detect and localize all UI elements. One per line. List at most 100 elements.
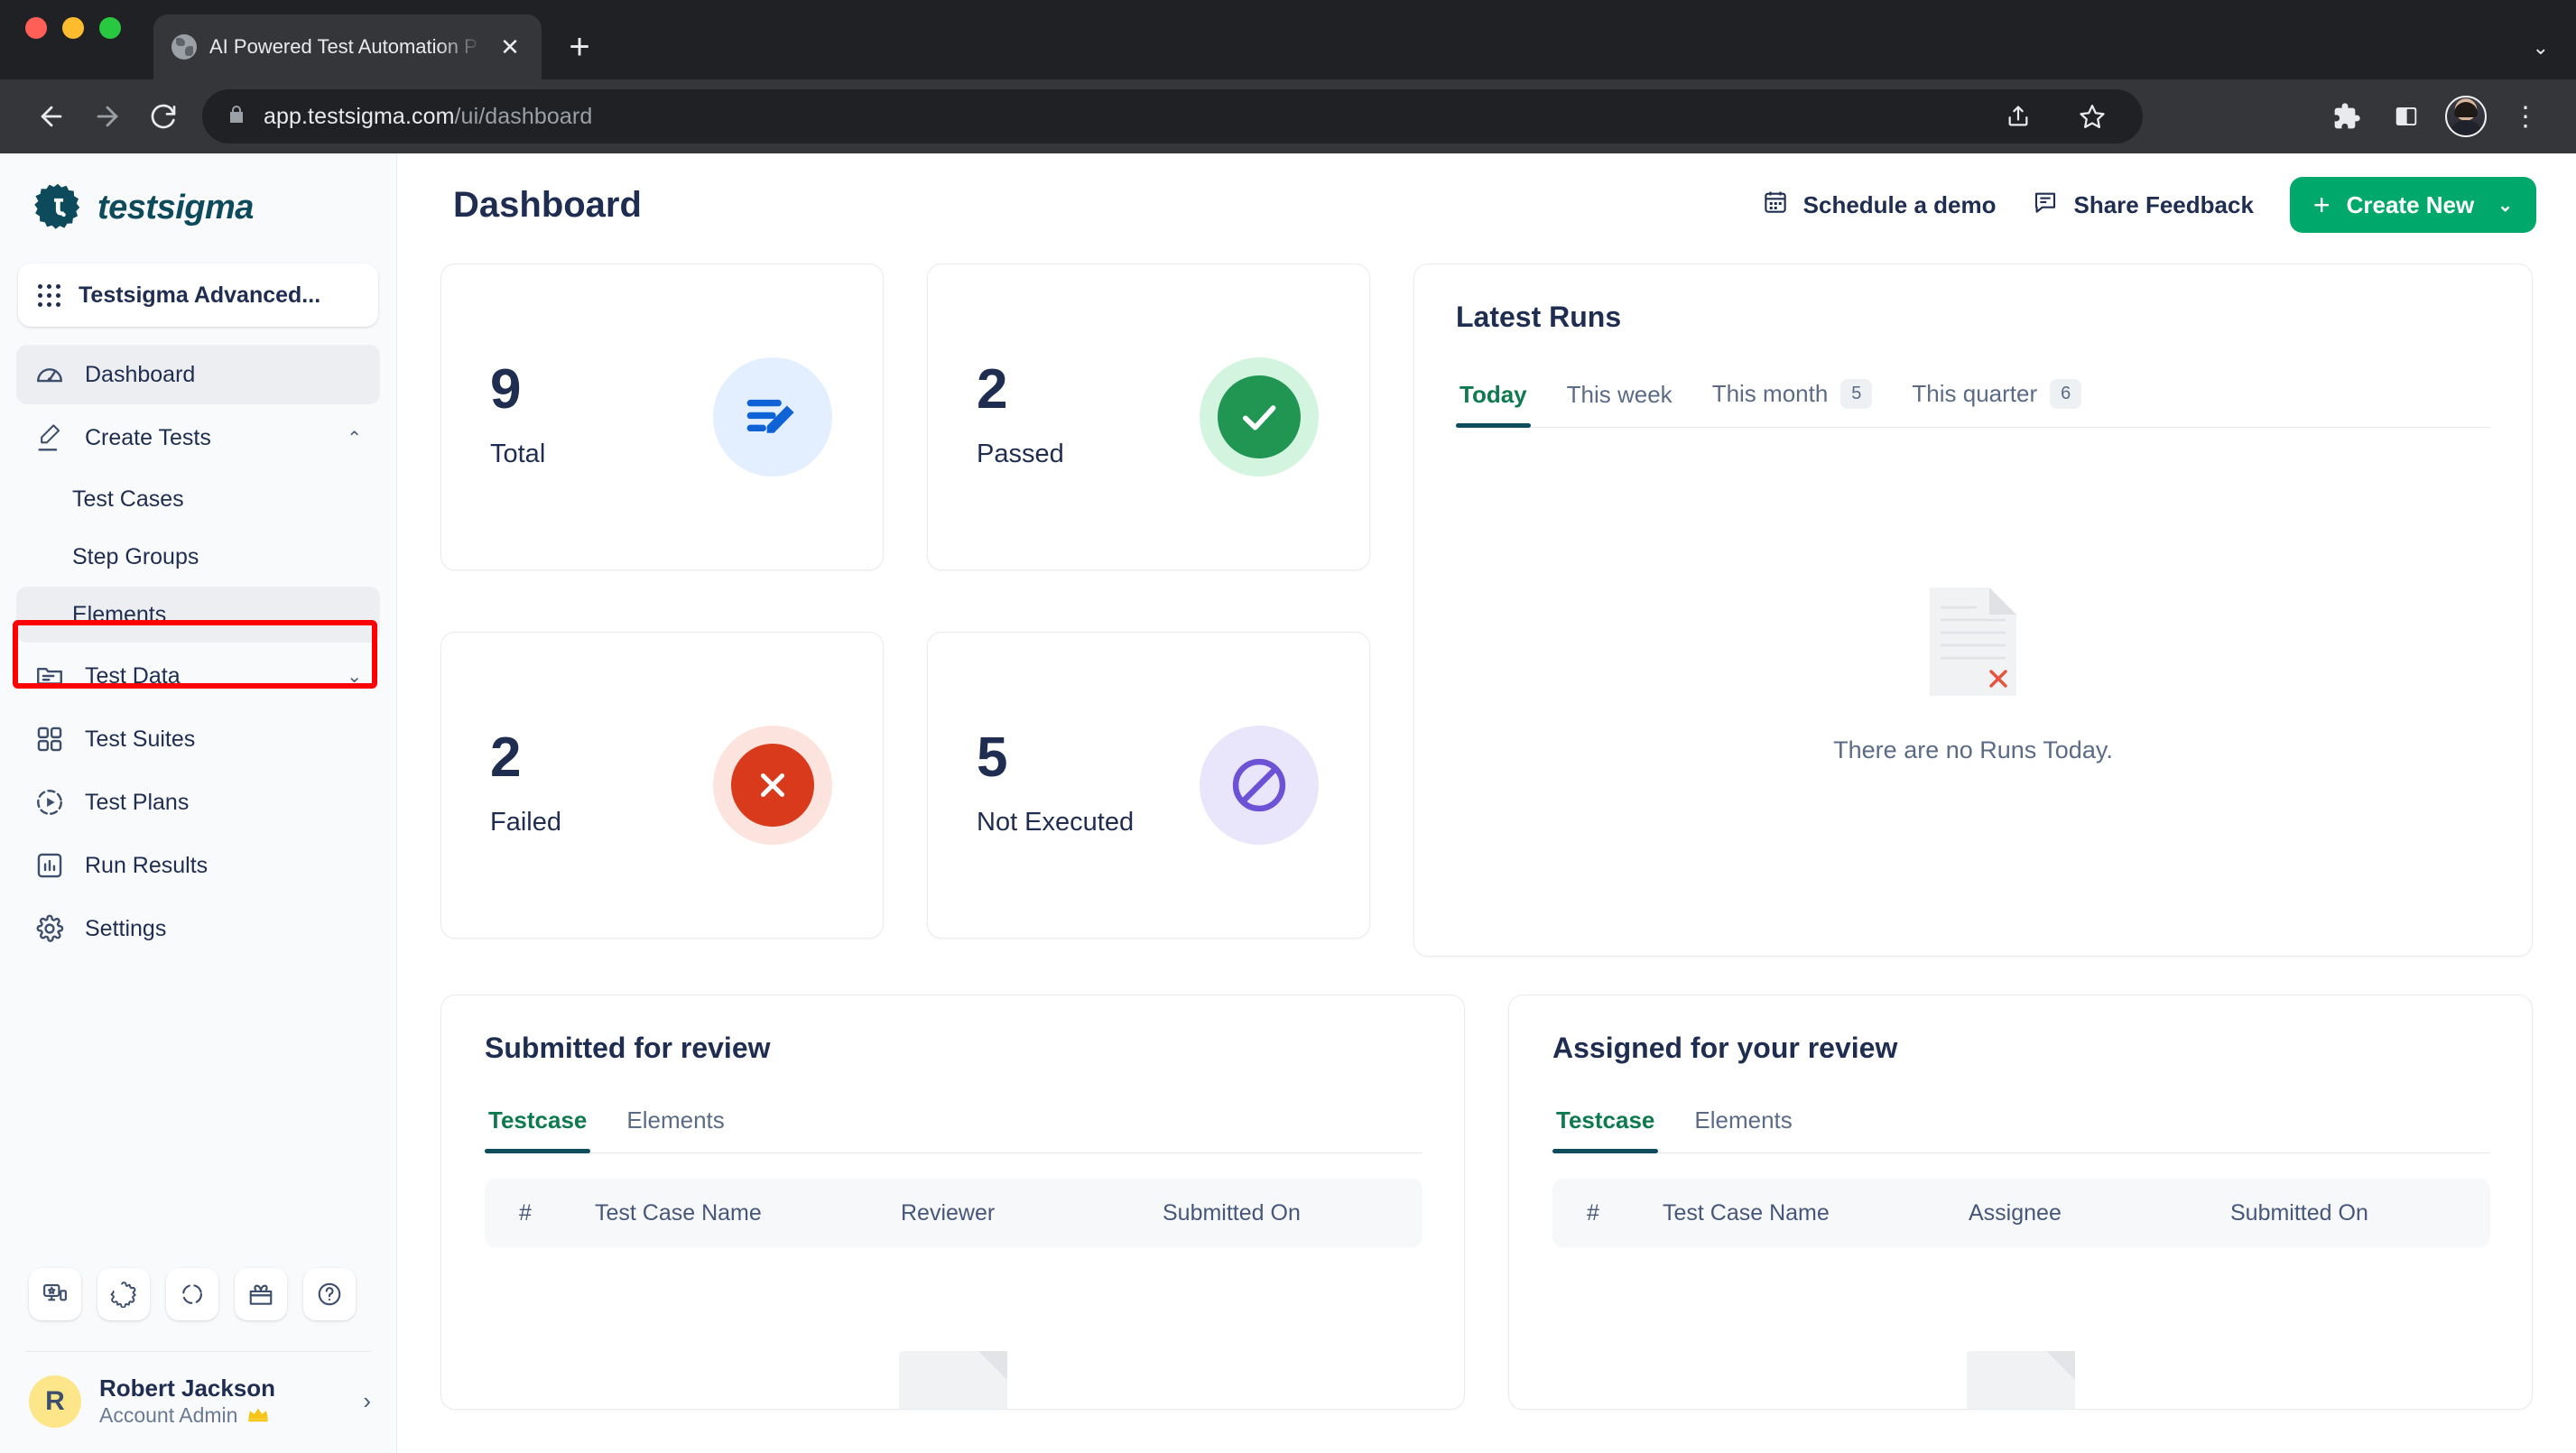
- tab-elements[interactable]: Elements: [1674, 1106, 1812, 1152]
- play-circle-icon: [34, 787, 65, 818]
- chevron-down-icon[interactable]: ⌄: [2533, 36, 2549, 60]
- crown-icon: [246, 1403, 270, 1430]
- page-header: Dashboard Schedule a demo Share Feedback: [397, 153, 2576, 233]
- browser-menu-icon[interactable]: ⋮: [2498, 89, 2553, 143]
- url-host: app.testsigma.com: [264, 103, 455, 129]
- tab-today[interactable]: Today: [1456, 381, 1547, 428]
- sidebar-item-test-cases[interactable]: Test Cases: [16, 471, 380, 527]
- test-edit-icon: [713, 357, 832, 477]
- browser-tab[interactable]: AI Powered Test Automation P ✕: [153, 14, 542, 79]
- submitted-for-review-panel: Submitted for review Testcase Elements #…: [440, 995, 1465, 1410]
- sidebar-item-test-data[interactable]: Test Data ⌄: [16, 646, 380, 706]
- sidebar-item-label: Run Results: [85, 852, 208, 878]
- column-header-assignee: Assignee: [1969, 1199, 2062, 1226]
- brand-logo[interactable]: testsigma: [0, 153, 396, 255]
- user-profile-row[interactable]: R Robert Jackson Account Admin ›: [0, 1352, 396, 1453]
- column-header-index: #: [519, 1199, 532, 1226]
- tab-testcase[interactable]: Testcase: [1552, 1106, 1674, 1153]
- pencil-icon: [34, 422, 65, 453]
- tab-label: Testcase: [488, 1106, 588, 1134]
- sidebar-item-label: Test Data: [85, 662, 181, 689]
- column-header-submitted-on: Submitted On: [2230, 1199, 2368, 1226]
- close-window-button[interactable]: [25, 17, 47, 39]
- empty-state-doc-icon: [1966, 1351, 2075, 1409]
- sidebar-item-step-groups[interactable]: Step Groups: [16, 529, 380, 585]
- calendar-icon: [1762, 189, 1789, 222]
- tab-this-month[interactable]: This month 5: [1692, 379, 1893, 427]
- chevron-up-icon: ⌃: [347, 428, 362, 449]
- create-new-button[interactable]: + Create New ⌄: [2289, 177, 2536, 233]
- minimize-window-button[interactable]: [62, 17, 84, 39]
- assigned-for-your-review-tabs: Testcase Elements: [1552, 1106, 2490, 1153]
- browser-window: AI Powered Test Automation P ✕ + ⌄ app.t…: [0, 0, 2576, 1453]
- sidebar-item-label: Elements: [72, 601, 167, 627]
- tab-this-quarter[interactable]: This quarter 6: [1892, 379, 2101, 427]
- assigned-table-header: # Test Case Name Assignee Submitted On: [1552, 1179, 2490, 1247]
- stat-value: 2: [490, 726, 522, 790]
- browser-tabstrip: AI Powered Test Automation P ✕ + ⌄: [0, 0, 2576, 79]
- sidebar-item-settings[interactable]: Settings: [16, 899, 380, 958]
- toolbar-right-actions: ⋮: [2320, 89, 2553, 143]
- tab-elements[interactable]: Elements: [607, 1106, 744, 1152]
- sidebar-item-run-results[interactable]: Run Results: [16, 836, 380, 895]
- side-panel-icon[interactable]: [2379, 89, 2433, 143]
- help-circle-icon[interactable]: [303, 1267, 356, 1320]
- chevron-right-icon[interactable]: ›: [363, 1387, 371, 1415]
- stat-card-total[interactable]: 9 Total: [440, 264, 884, 570]
- star-icon[interactable]: [2065, 89, 2119, 143]
- gift-icon[interactable]: [235, 1267, 287, 1320]
- sidebar-item-test-plans[interactable]: Test Plans: [16, 773, 380, 832]
- create-new-label: Create New: [2346, 190, 2475, 218]
- gear-icon: [34, 913, 65, 944]
- puzzle-piece-icon[interactable]: [97, 1267, 150, 1320]
- address-bar[interactable]: app.testsigma.com/ui/dashboard: [202, 89, 2143, 143]
- project-selector[interactable]: Testsigma Advanced...: [18, 264, 378, 327]
- chevron-down-icon[interactable]: ⌄: [2497, 194, 2513, 217]
- cross-icon: [731, 744, 814, 827]
- document-error-icon: [1930, 587, 2016, 700]
- close-icon[interactable]: ✕: [495, 32, 525, 62]
- sidebar-item-test-suites[interactable]: Test Suites: [16, 709, 380, 769]
- new-tab-button[interactable]: +: [554, 22, 605, 72]
- stat-label: Failed: [490, 808, 561, 838]
- stat-card-passed[interactable]: 2 Passed: [927, 264, 1370, 570]
- lock-icon: [226, 104, 247, 130]
- sidebar-item-label: Step Groups: [72, 543, 199, 569]
- puzzle-icon[interactable]: [2320, 89, 2374, 143]
- app-page: testsigma Testsigma Advanced... Dashboar…: [0, 153, 2576, 1453]
- sidebar-footer: R Robert Jackson Account Admin ›: [0, 1267, 396, 1453]
- tab-label: This week: [1566, 381, 1673, 408]
- dashboard-bottom-row: Submitted for review Testcase Elements #…: [397, 957, 2576, 1410]
- devices-star-icon[interactable]: [29, 1267, 81, 1320]
- progress-circle-icon[interactable]: [166, 1267, 218, 1320]
- submitted-for-review-title: Submitted for review: [485, 1032, 771, 1064]
- sidebar-item-label: Test Suites: [85, 726, 196, 752]
- stat-label: Total: [490, 440, 546, 469]
- share-feedback-label: Share Feedback: [2073, 190, 2254, 218]
- stat-value: 9: [490, 358, 522, 421]
- header-actions: Schedule a demo Share Feedback + Create …: [1762, 177, 2536, 233]
- back-icon[interactable]: [23, 88, 79, 144]
- tab-testcase[interactable]: Testcase: [485, 1106, 607, 1153]
- main-content: Dashboard Schedule a demo Share Feedback: [397, 153, 2576, 1453]
- stat-card-not-executed[interactable]: 5 Not Executed: [927, 632, 1370, 939]
- share-icon[interactable]: [1991, 89, 2045, 143]
- chevron-down-icon: ⌄: [347, 666, 362, 687]
- sidebar-item-create-tests[interactable]: Create Tests ⌃: [16, 408, 380, 467]
- column-header-submitted-on: Submitted On: [1163, 1199, 1301, 1226]
- sidebar-item-label: Test Cases: [72, 486, 184, 512]
- forward-icon[interactable]: [79, 88, 135, 144]
- tab-this-week[interactable]: This week: [1547, 381, 1692, 427]
- stat-cards: 9 Total 2 Passed 2 Failed 5 Not Executed: [440, 264, 1370, 957]
- maximize-window-button[interactable]: [99, 17, 121, 39]
- profile-avatar[interactable]: [2439, 89, 2493, 143]
- share-feedback-button[interactable]: Share Feedback: [2032, 189, 2254, 222]
- schedule-demo-button[interactable]: Schedule a demo: [1762, 189, 1996, 222]
- sidebar-item-dashboard[interactable]: Dashboard: [16, 345, 380, 404]
- reload-icon[interactable]: [135, 88, 191, 144]
- app-sidebar: testsigma Testsigma Advanced... Dashboar…: [0, 153, 397, 1453]
- sidebar-item-elements[interactable]: Elements: [16, 587, 380, 643]
- column-header-reviewer: Reviewer: [901, 1199, 996, 1226]
- stat-card-failed[interactable]: 2 Failed: [440, 632, 884, 939]
- passed-status-bubble: [1200, 357, 1319, 477]
